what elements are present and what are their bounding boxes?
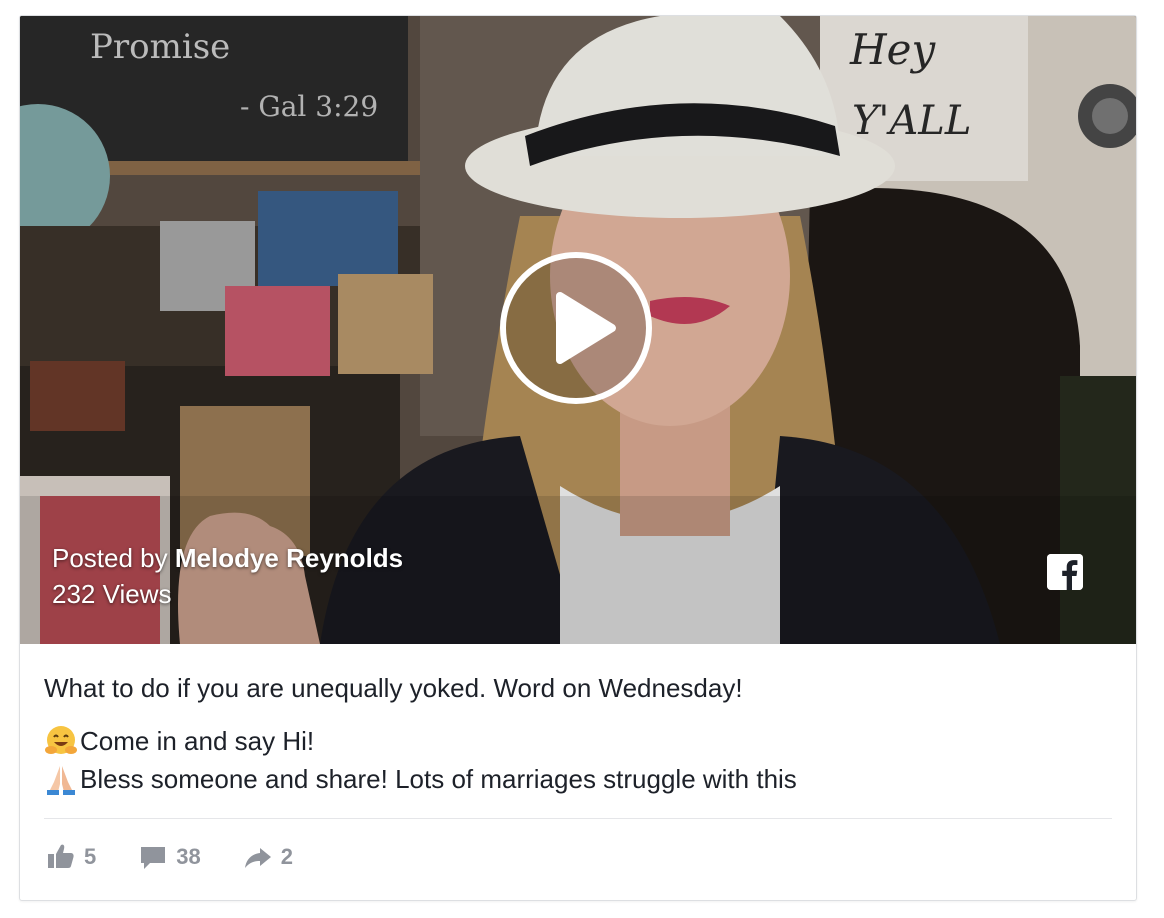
action-bar: 5 38 2 (46, 842, 335, 872)
folded-hands-emoji (44, 762, 78, 796)
video-player[interactable]: Promise - Gal 3:29 Hey Y'ALL Posted by M… (20, 16, 1136, 644)
hugging-face-emoji (44, 724, 78, 758)
like-count: 5 (84, 844, 97, 869)
share-arrow-icon (244, 848, 271, 868)
thumbs-up-icon (48, 844, 74, 868)
divider (44, 818, 1112, 819)
author-name[interactable]: Melodye Reynolds (175, 543, 403, 573)
video-meta: Posted by Melodye Reynolds 232 Views (52, 540, 403, 612)
post-line: Come in and say Hi! (44, 722, 1112, 760)
comment-icon (141, 847, 166, 869)
post-text: Come in and say Hi! Bless someone and sh… (44, 722, 1112, 798)
post-body: What to do if you are unequally yoked. W… (44, 644, 1112, 798)
play-button[interactable] (500, 252, 652, 404)
post-line-text: Come in and say Hi! (80, 726, 315, 756)
comment-count: 38 (176, 844, 201, 869)
posted-by-label: Posted by (52, 543, 175, 573)
share-button[interactable]: 2 (243, 842, 293, 872)
view-count: 232 Views (52, 579, 172, 609)
post-line-text: Bless someone and share! Lots of marriag… (80, 764, 797, 794)
post-line: Bless someone and share! Lots of marriag… (44, 760, 1112, 798)
posted-by-line: Posted by Melodye Reynolds (52, 540, 403, 576)
like-button[interactable]: 5 (46, 842, 96, 872)
play-icon (556, 292, 616, 364)
comment-button[interactable]: 38 (138, 842, 201, 872)
post-title: What to do if you are unequally yoked. W… (44, 673, 743, 703)
share-count: 2 (280, 844, 293, 869)
video-post-card: Promise - Gal 3:29 Hey Y'ALL Posted by M… (19, 15, 1137, 901)
facebook-icon[interactable] (1047, 554, 1083, 590)
